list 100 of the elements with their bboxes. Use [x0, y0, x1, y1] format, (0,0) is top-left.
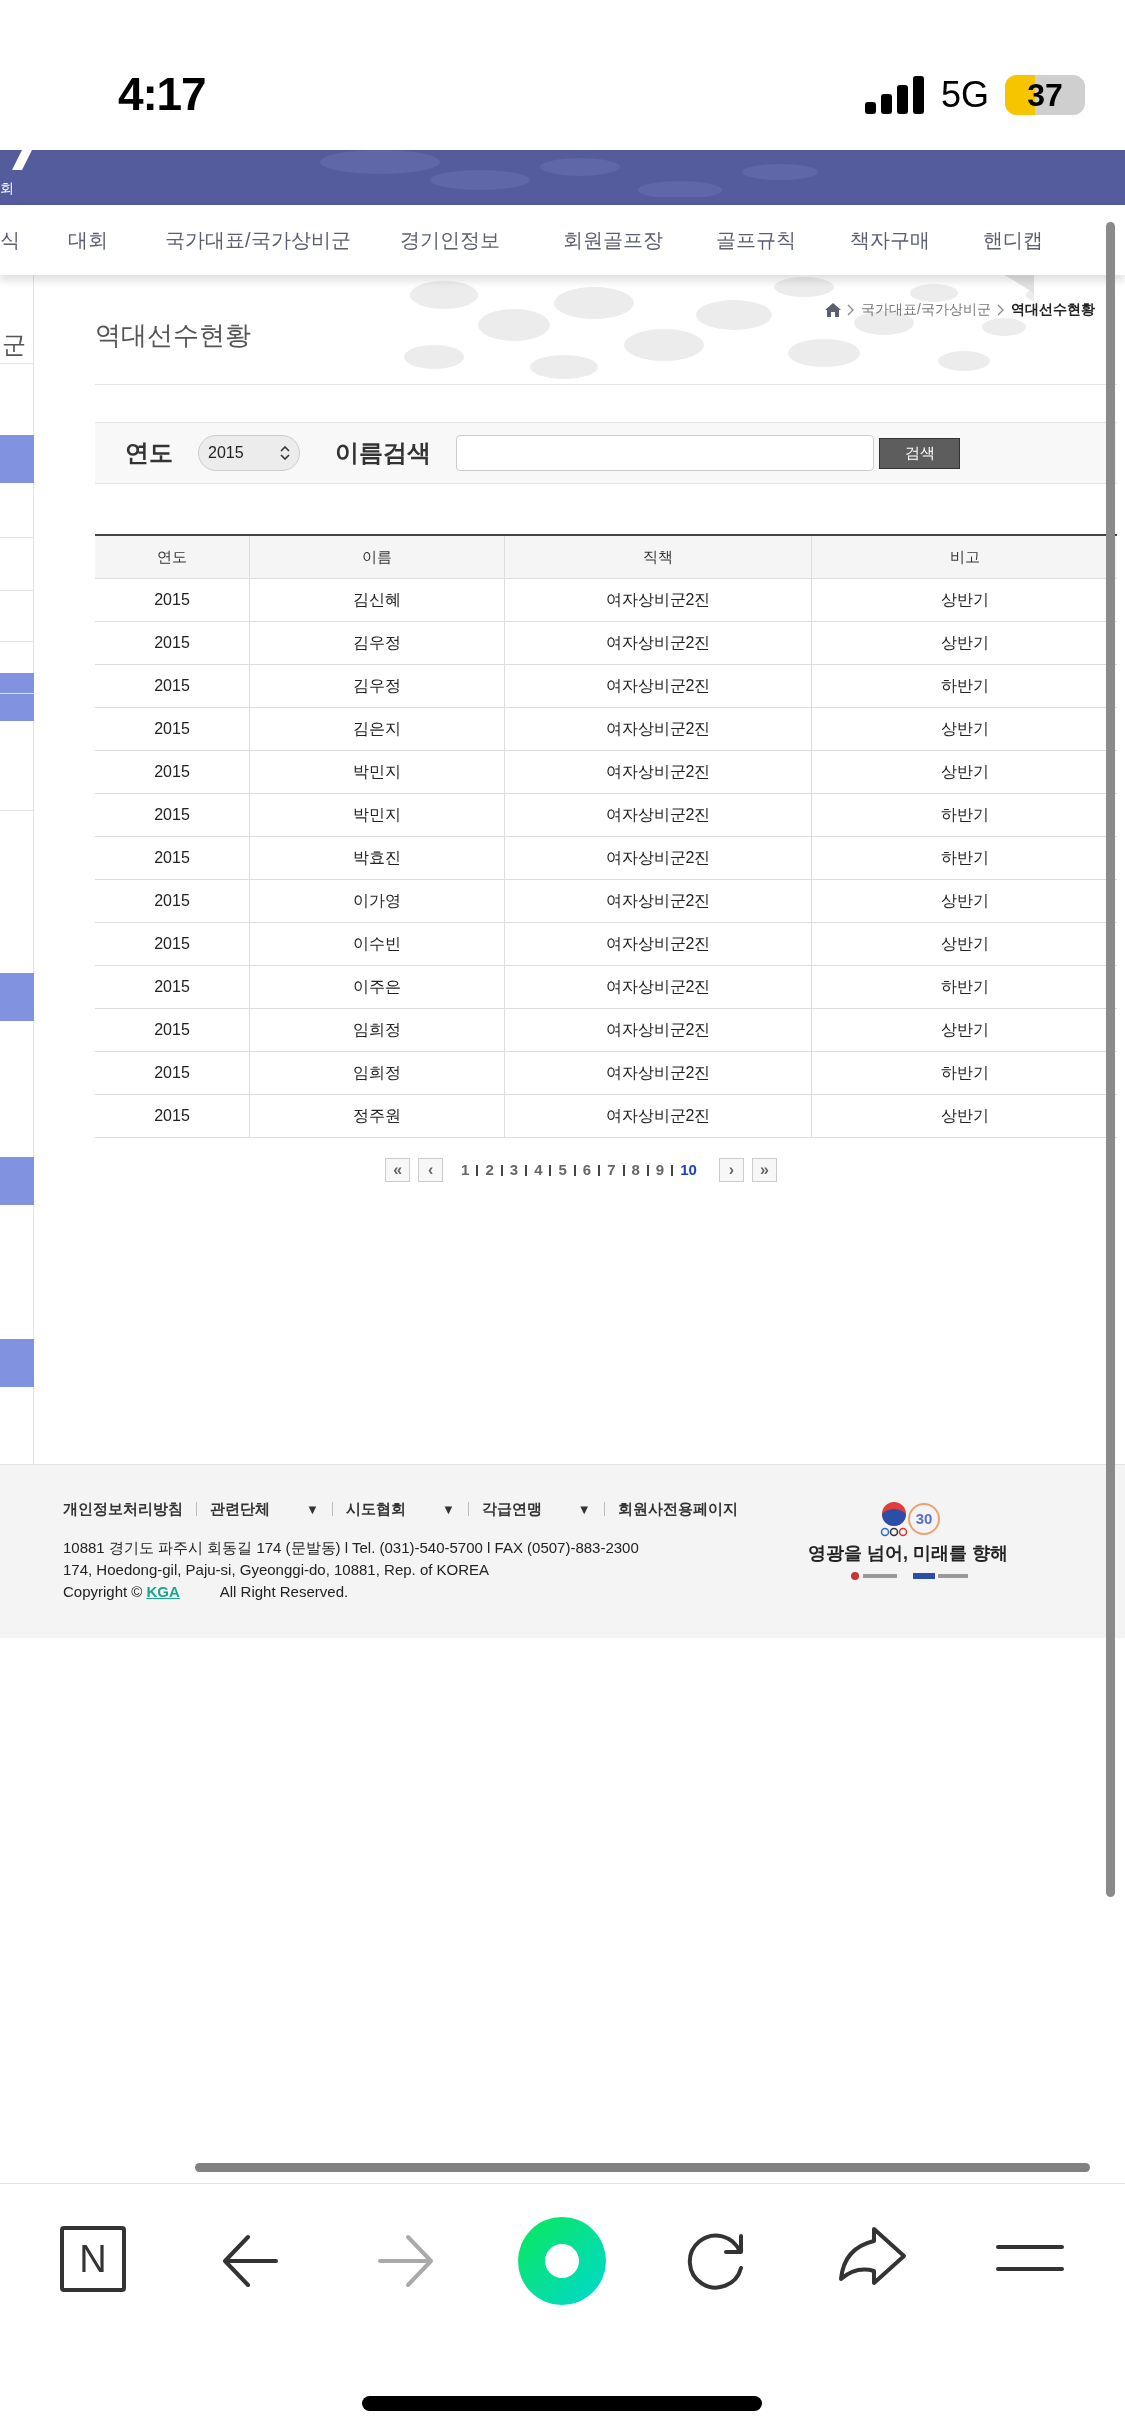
page-link[interactable]: 2	[485, 1158, 494, 1182]
table-cell: 2015	[95, 923, 250, 965]
table-cell: 2015	[95, 708, 250, 750]
table-cell-text: 하반기	[939, 805, 990, 825]
table-cell-text: 상반기	[939, 1020, 990, 1040]
table-cell-text: 하반기	[939, 848, 990, 868]
table-cell: 김은지	[250, 708, 505, 750]
footer-link[interactable]: 시도협회	[345, 1498, 406, 1521]
footer-link[interactable]: 개인정보처리방침	[63, 1498, 183, 1521]
table-cell-text: 하반기	[939, 977, 990, 997]
table-cell-text: 상반기	[939, 719, 990, 739]
logo-text: 회	[0, 179, 14, 198]
page-link[interactable]: 3	[509, 1158, 519, 1182]
table-cell: 2015	[95, 837, 250, 879]
page-link[interactable]: 6	[582, 1158, 592, 1182]
table-cell: 여자상비군2진	[505, 923, 812, 965]
table-cell: 이가영	[250, 880, 505, 922]
nav-item[interactable]: 골프규칙	[716, 225, 796, 255]
share-icon[interactable]	[838, 2226, 908, 2286]
page-link[interactable]: 7	[607, 1158, 616, 1182]
table-cell: 이주은	[250, 966, 505, 1008]
next-page-button[interactable]: ›	[718, 1158, 744, 1182]
page-link[interactable]: 5	[558, 1158, 567, 1182]
table-cell: 임희정	[250, 1009, 505, 1051]
sidebar-block[interactable]	[0, 1339, 34, 1387]
column-header: 직책	[505, 536, 812, 578]
page-link[interactable]: 4	[534, 1158, 543, 1182]
table-cell: 김우정	[250, 665, 505, 707]
anniversary-badge: 30	[908, 1503, 940, 1535]
year-select[interactable]: 2015	[198, 435, 300, 471]
nav-item[interactable]: 회원골프장	[563, 225, 663, 255]
year-label: 연도	[125, 438, 173, 468]
logo-fragment-icon	[12, 150, 32, 170]
breadcrumb-link[interactable]: 국가대표/국가상비군	[861, 299, 991, 320]
nav-item[interactable]: 국가대표/국가상비군	[165, 225, 351, 255]
table-cell: 2015	[95, 794, 250, 836]
footer-address: 10881 경기도 파주시 회동길 174 (문발동) l Tel. (031)-540-5700 l FAX (0507)-883-2300	[63, 1538, 639, 1558]
dropdown-toggle[interactable]: ▼	[577, 1499, 591, 1519]
page-link[interactable]: 10	[680, 1158, 697, 1182]
table-cell: 여자상비군2진	[505, 966, 812, 1008]
table-cell: 박민지	[250, 794, 505, 836]
table-cell-text: 상반기	[939, 934, 990, 954]
nav-item[interactable]: 경기인정보	[400, 225, 500, 255]
dropdown-toggle[interactable]: ▼	[306, 1499, 319, 1519]
column-header: 연도	[95, 536, 250, 578]
table-cell-text: 상반기	[939, 891, 990, 911]
table-cell: 2015	[95, 579, 250, 621]
name-search-label: 이름검색	[335, 438, 431, 468]
sidebar-block[interactable]	[0, 1157, 34, 1205]
back-icon[interactable]	[222, 2234, 278, 2288]
search-button[interactable]: 검색	[879, 437, 960, 469]
first-page-button[interactable]: «	[385, 1158, 411, 1182]
nav-item[interactable]: 책자구매	[850, 225, 930, 255]
footer-link[interactable]: 회원사전용페이지	[617, 1498, 738, 1521]
page-link[interactable]: 8	[631, 1158, 640, 1182]
breadcrumb-link[interactable]: 역대선수현황	[1011, 299, 1095, 320]
sidebar-block[interactable]	[0, 435, 34, 483]
table-cell: 여자상비군2진	[505, 1009, 812, 1051]
nav-item[interactable]: 대회	[68, 225, 108, 255]
home-button-icon[interactable]	[518, 2217, 606, 2305]
page-title: 역대선수현황	[95, 319, 251, 352]
sidebar-text: 군	[2, 330, 26, 360]
table-cell: 여자상비군2진	[505, 622, 812, 664]
table-cell-text: 하반기	[939, 1063, 990, 1083]
page-link[interactable]: 9	[655, 1158, 665, 1182]
rights-text: All Right Reserved.	[219, 1582, 349, 1602]
table-cell: 정주원	[250, 1095, 505, 1137]
table-cell-text: 상반기	[939, 1106, 990, 1126]
tabs-button[interactable]: N	[60, 2226, 126, 2292]
table-cell: 김신혜	[250, 579, 505, 621]
table-cell: 김우정	[250, 622, 505, 664]
footer-link[interactable]: 각급연맹	[481, 1498, 542, 1521]
home-icon[interactable]	[825, 302, 842, 317]
table-cell: 여자상비군2진	[505, 837, 812, 879]
previous-page-button[interactable]: ‹	[418, 1158, 444, 1182]
table-cell-text: 하반기	[939, 676, 990, 696]
status-time: 4:17	[118, 67, 206, 122]
nav-item[interactable]: 식	[0, 225, 20, 255]
sidebar-block[interactable]	[0, 973, 34, 1021]
chevron-icon	[847, 303, 856, 316]
sidebar-block[interactable]	[0, 673, 34, 721]
nav-item[interactable]: 핸디캡	[983, 225, 1043, 255]
table-cell: 여자상비군2진	[505, 751, 812, 793]
table-cell: 여자상비군2진	[505, 794, 812, 836]
menu-icon[interactable]	[995, 2244, 1065, 2272]
table-cell: 여자상비군2진	[505, 708, 812, 750]
footer-link[interactable]: 관련단체	[210, 1498, 270, 1521]
table-cell: 여자상비군2진	[505, 665, 812, 707]
table-cell-text: 상반기	[939, 762, 990, 782]
table-cell: 2015	[95, 665, 250, 707]
last-page-button[interactable]: »	[751, 1158, 777, 1182]
page-link[interactable]: 1	[461, 1158, 470, 1182]
table-cell: 여자상비군2진	[505, 579, 812, 621]
copyright-text: Copyright ©	[63, 1582, 143, 1602]
table-cell: 여자상비군2진	[505, 1052, 812, 1094]
table-cell: 2015	[95, 1095, 250, 1137]
dropdown-toggle[interactable]: ▼	[441, 1499, 455, 1519]
name-search-field[interactable]	[456, 435, 874, 471]
table-cell: 박민지	[250, 751, 505, 793]
table-cell: 박효진	[250, 837, 505, 879]
